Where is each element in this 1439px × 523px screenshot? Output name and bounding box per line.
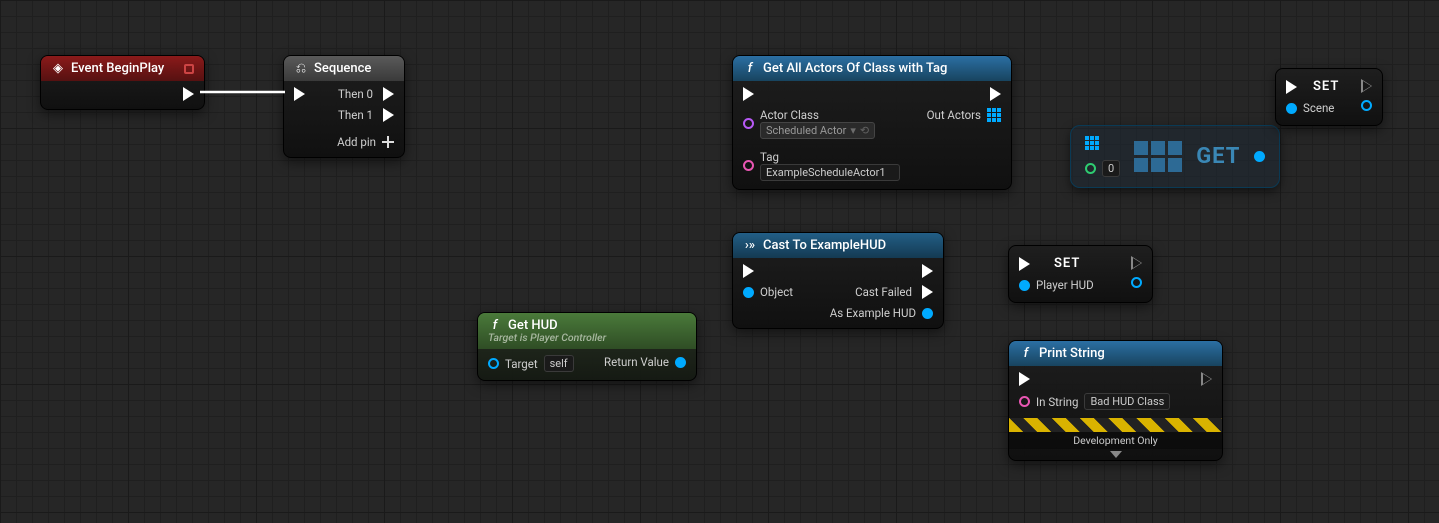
exec-out-pin[interactable] xyxy=(383,87,394,101)
exec-in-pin[interactable] xyxy=(1019,257,1030,271)
cast-icon: ›» xyxy=(743,239,757,253)
flow-icon: ⎌ xyxy=(294,62,308,76)
dev-only-label: Development Only xyxy=(1009,432,1222,449)
node-cast-examplehud[interactable]: ›» Cast To ExampleHUD Object Cast Failed… xyxy=(732,232,944,329)
array-pin[interactable] xyxy=(987,108,1001,122)
function-icon: f xyxy=(1019,347,1033,361)
tag-input[interactable]: ExampleScheduleActor1 xyxy=(760,164,900,181)
get-graphic-icon xyxy=(1134,141,1182,172)
exec-in-pin[interactable] xyxy=(294,87,305,101)
node-title: Event BeginPlay xyxy=(71,61,164,76)
pin-label: Tag xyxy=(760,150,900,164)
index-input[interactable]: 0 xyxy=(1102,160,1120,177)
object-in-pin[interactable] xyxy=(1286,103,1297,114)
node-title: Sequence xyxy=(314,61,371,76)
node-sequence[interactable]: ⎌ Sequence Then 0 Then 1 Add pin xyxy=(283,55,405,158)
warning-icon xyxy=(184,64,194,74)
event-icon: ◈ xyxy=(51,62,65,76)
node-set-scene[interactable]: SET Scene xyxy=(1275,68,1383,126)
pin-label: Cast Failed xyxy=(855,285,912,299)
string-pin[interactable] xyxy=(1019,396,1030,407)
pin-label: Target xyxy=(505,357,538,371)
node-get-all-actors[interactable]: f Get All Actors Of Class with Tag Actor… xyxy=(732,55,1012,190)
object-out-pin[interactable] xyxy=(1254,151,1265,162)
var-label: Scene xyxy=(1303,101,1334,115)
object-out-pin[interactable] xyxy=(922,308,933,319)
node-event-beginplay[interactable]: ◈ Event BeginPlay xyxy=(40,55,205,110)
node-array-get[interactable]: 0 GET xyxy=(1070,125,1280,188)
exec-in-pin[interactable] xyxy=(1286,80,1297,94)
pin-label: Return Value xyxy=(604,355,669,369)
set-title: SET xyxy=(1313,79,1339,94)
exec-out-pin[interactable] xyxy=(922,264,933,278)
node-title: Cast To ExampleHUD xyxy=(763,238,886,253)
pin-label: Out Actors xyxy=(927,108,981,122)
node-subtitle: Target is Player Controller xyxy=(488,331,606,344)
pin-label: As Example HUD xyxy=(830,306,916,320)
array-in-pin[interactable] xyxy=(1085,136,1120,150)
object-in-pin[interactable] xyxy=(1019,280,1030,291)
class-selector[interactable]: Scheduled Actor▾⟲ xyxy=(760,122,875,139)
int-pin[interactable] xyxy=(1085,163,1096,174)
node-get-hud[interactable]: fGet HUD Target is Player Controller Tar… xyxy=(477,312,697,381)
function-icon: f xyxy=(743,62,757,76)
exec-in-pin[interactable] xyxy=(1019,372,1030,386)
plus-icon xyxy=(382,136,394,148)
exec-in-pin[interactable] xyxy=(743,264,754,278)
exec-out-pin-failed[interactable] xyxy=(922,285,933,299)
node-title: Print String xyxy=(1039,346,1105,361)
exec-out-pin[interactable] xyxy=(183,87,194,101)
pin-label: Then 0 xyxy=(338,87,373,101)
exec-out-pin[interactable] xyxy=(1131,256,1142,270)
pin-label: Actor Class xyxy=(760,108,875,122)
name-pin[interactable] xyxy=(743,160,754,171)
string-input[interactable]: Bad HUD Class xyxy=(1084,393,1170,410)
expand-icon[interactable] xyxy=(1110,451,1122,458)
exec-out-pin[interactable] xyxy=(1361,79,1372,93)
exec-in-pin[interactable] xyxy=(743,87,754,101)
object-out-pin[interactable] xyxy=(675,357,686,368)
class-pin[interactable] xyxy=(743,118,754,129)
node-title: Get All Actors Of Class with Tag xyxy=(763,61,947,76)
get-label: GET xyxy=(1196,144,1240,169)
node-print-string[interactable]: f Print String In String Bad HUD Class De… xyxy=(1008,340,1223,461)
var-label: Player HUD xyxy=(1036,278,1094,292)
hazard-stripe xyxy=(1009,418,1222,432)
pin-label: In String xyxy=(1036,395,1078,409)
add-pin-button[interactable]: Add pin xyxy=(337,135,394,149)
pin-label: Object xyxy=(760,285,793,299)
target-pin[interactable] xyxy=(488,358,499,369)
object-out-pin[interactable] xyxy=(1131,277,1142,288)
node-set-playerhud[interactable]: SET Player HUD xyxy=(1008,245,1153,303)
exec-out-pin[interactable] xyxy=(990,87,1001,101)
set-title: SET xyxy=(1054,256,1080,271)
self-value[interactable]: self xyxy=(544,355,574,372)
exec-out-pin[interactable] xyxy=(383,108,394,122)
object-out-pin[interactable] xyxy=(1361,100,1372,111)
object-in-pin[interactable] xyxy=(743,287,754,298)
pin-label: Then 1 xyxy=(338,108,373,122)
exec-out-pin[interactable] xyxy=(1201,372,1212,386)
